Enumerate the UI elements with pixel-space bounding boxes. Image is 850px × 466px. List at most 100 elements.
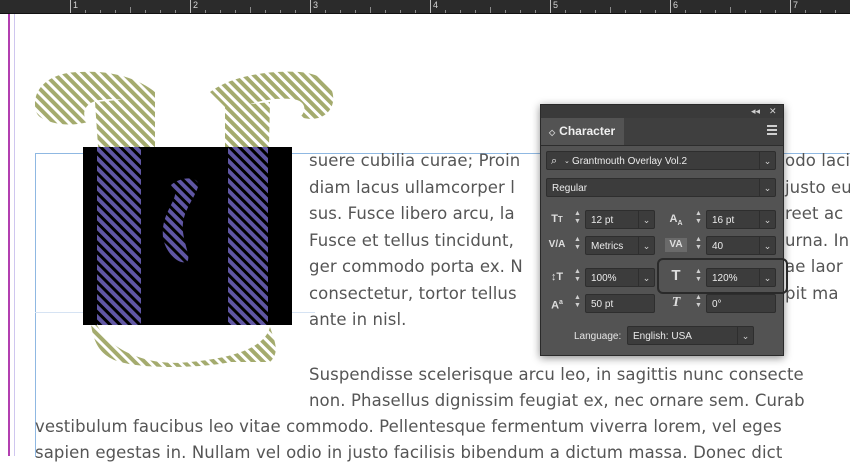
font-style-field[interactable]: Regular ⌄ bbox=[546, 178, 776, 197]
ruler-tick bbox=[625, 10, 626, 13]
horizontal-ruler[interactable]: 1 2 3 4 5 6 7 bbox=[0, 0, 850, 14]
horizontal-scale-stepper[interactable]: ▲ ▼ bbox=[693, 268, 704, 287]
drop-cap-overlay bbox=[97, 147, 268, 325]
ruler-tick bbox=[580, 10, 581, 13]
ruler-number: 1 bbox=[73, 0, 79, 10]
baseline-shift-stepper[interactable]: ▲ ▼ bbox=[572, 294, 583, 313]
body-text-line[interactable]: sapien egestas in. Nullam vel odio in ju… bbox=[35, 440, 782, 466]
body-text-line[interactable]: suere cubilia curae; Proin bbox=[309, 148, 520, 174]
chevron-down-icon[interactable]: ⌄ bbox=[737, 327, 753, 344]
font-family-value: Grantmouth Overlay Vol.2 bbox=[572, 156, 688, 167]
body-text-line[interactable]: pit ma bbox=[785, 281, 839, 307]
ruler-tick bbox=[325, 10, 326, 13]
chevron-down-icon[interactable]: ⌄ bbox=[638, 269, 654, 286]
ruler-tick bbox=[190, 0, 191, 13]
ruler-tick bbox=[745, 10, 746, 13]
selected-inline-graphic[interactable] bbox=[83, 147, 292, 325]
tracking-field[interactable]: 40 ⌄ bbox=[706, 236, 776, 255]
skew-icon: T bbox=[671, 295, 681, 310]
ruler-tick bbox=[145, 10, 146, 13]
ruler-tick bbox=[760, 10, 761, 13]
ruler-tick bbox=[205, 10, 206, 13]
skew-stepper[interactable]: ▲ ▼ bbox=[693, 294, 704, 313]
panel-title-bar[interactable]: ◂◂ ✕ bbox=[541, 105, 783, 118]
ruler-tick bbox=[670, 0, 671, 13]
ruler-tick bbox=[385, 10, 386, 13]
body-text-line[interactable]: Suspendisse scelerisque arcu leo, in sag… bbox=[309, 362, 804, 388]
font-size-field[interactable]: 12 pt ⌄ bbox=[585, 210, 655, 229]
hamburger-menu-icon[interactable] bbox=[767, 125, 777, 137]
font-size-value: 12 pt bbox=[591, 215, 614, 226]
ruler-tick bbox=[400, 10, 401, 13]
language-select[interactable]: English: USA ⌄ bbox=[627, 326, 754, 345]
ruler-tick bbox=[340, 10, 341, 13]
chevron-down-icon[interactable]: ⌄ bbox=[638, 237, 654, 254]
vertical-scale-value: 100% bbox=[591, 273, 617, 284]
body-text-line[interactable]: justo eu bbox=[785, 175, 850, 201]
search-icon[interactable]: ⌕ bbox=[551, 152, 557, 171]
kerning-icon: V/A bbox=[548, 239, 566, 250]
ruler-number: 5 bbox=[553, 0, 559, 10]
body-text-line[interactable]: sus. Fusce libero arcu, la bbox=[309, 201, 515, 227]
body-text-line[interactable]: urna. In bbox=[785, 228, 849, 254]
ruler-tick bbox=[835, 10, 836, 13]
column-guide bbox=[14, 14, 15, 456]
chevron-down-icon[interactable]: ⌄ bbox=[759, 237, 775, 254]
tracking-value: 40 bbox=[712, 241, 724, 252]
tracking-stepper[interactable]: ▲ ▼ bbox=[693, 236, 704, 255]
leading-stepper[interactable]: ▲ ▼ bbox=[693, 210, 704, 229]
skew-field[interactable]: 0° bbox=[706, 294, 776, 313]
body-text-line[interactable]: vestibulum faucibus leo vitae commodo. P… bbox=[35, 414, 782, 440]
character-panel[interactable]: ◂◂ ✕ ◇ Character bbox=[540, 104, 784, 356]
ruler-tick bbox=[265, 10, 266, 13]
ruler-tick bbox=[460, 10, 461, 13]
vertical-scale-field[interactable]: 100% ⌄ bbox=[585, 268, 655, 287]
ruler-tick bbox=[280, 10, 281, 13]
ruler-number: 6 bbox=[673, 0, 679, 10]
font-size-stepper[interactable]: ▲ ▼ bbox=[572, 210, 583, 229]
ruler-tick bbox=[550, 0, 551, 13]
font-style-value: Regular bbox=[552, 183, 588, 194]
font-family-field[interactable]: ⌕ ⌄ Grantmouth Overlay Vol.2 ⌄ bbox=[546, 151, 776, 170]
ruler-tick bbox=[520, 10, 521, 13]
body-text-line[interactable]: diam lacus ullamcorper l bbox=[309, 175, 515, 201]
body-text-line[interactable]: consectetur, tortor tellus bbox=[309, 281, 517, 307]
ruler-number: 7 bbox=[793, 0, 799, 10]
ruler-number: 2 bbox=[193, 0, 199, 10]
chevron-down-icon[interactable]: ⌄ bbox=[638, 211, 654, 228]
baseline-shift-field[interactable]: 50 pt bbox=[585, 294, 655, 313]
kerning-field[interactable]: Metrics ⌄ bbox=[585, 236, 655, 255]
expand-arrows-icon[interactable]: ◇ bbox=[549, 128, 555, 137]
horizontal-scale-icon: T bbox=[671, 267, 681, 284]
ruler-tick bbox=[430, 0, 431, 13]
vertical-scale-stepper[interactable]: ▲ ▼ bbox=[572, 268, 583, 287]
chevron-down-icon[interactable]: ⌄ bbox=[759, 152, 775, 169]
leading-field[interactable]: 16 pt ⌄ bbox=[706, 210, 776, 229]
body-text-line[interactable]: ger commodo porta ex. N bbox=[309, 254, 523, 280]
baseline-shift-value: 50 pt bbox=[591, 299, 614, 310]
chevron-down-icon[interactable]: ⌄ bbox=[759, 211, 775, 228]
ruler-tick bbox=[490, 7, 491, 13]
search-dropdown-icon[interactable]: ⌄ bbox=[564, 152, 570, 171]
ruler-tick bbox=[370, 7, 371, 13]
chevron-down-icon[interactable]: ⌄ bbox=[759, 269, 775, 286]
horizontal-scale-field[interactable]: 120% ⌄ bbox=[706, 268, 776, 287]
ruler-tick bbox=[220, 10, 221, 13]
body-text-line[interactable]: Fusce et tellus tincidunt, bbox=[309, 228, 514, 254]
body-text-line[interactable]: odo laci bbox=[785, 148, 850, 174]
body-text-line[interactable]: non. Phasellus dignissim feugiat ex, nec… bbox=[309, 388, 805, 414]
close-icon[interactable]: ✕ bbox=[769, 105, 777, 118]
ruler-number: 3 bbox=[313, 0, 319, 10]
body-text-line[interactable]: ae laor bbox=[785, 254, 843, 280]
body-text-line[interactable]: ante in nisl. bbox=[309, 307, 407, 333]
chevron-down-icon[interactable]: ⌄ bbox=[759, 179, 775, 196]
tab-character[interactable]: ◇ Character bbox=[541, 118, 624, 145]
leading-value: 16 pt bbox=[712, 215, 735, 226]
double-chevron-left-icon[interactable]: ◂◂ bbox=[751, 105, 760, 118]
panel-title: Character bbox=[559, 124, 616, 138]
ruler-tick bbox=[535, 10, 536, 13]
body-text-line[interactable]: reet ac bbox=[785, 201, 843, 227]
kerning-stepper[interactable]: ▲ ▼ bbox=[572, 236, 583, 255]
baseline-shift-icon: Aa bbox=[551, 299, 563, 312]
ruler-tick bbox=[70, 0, 71, 13]
